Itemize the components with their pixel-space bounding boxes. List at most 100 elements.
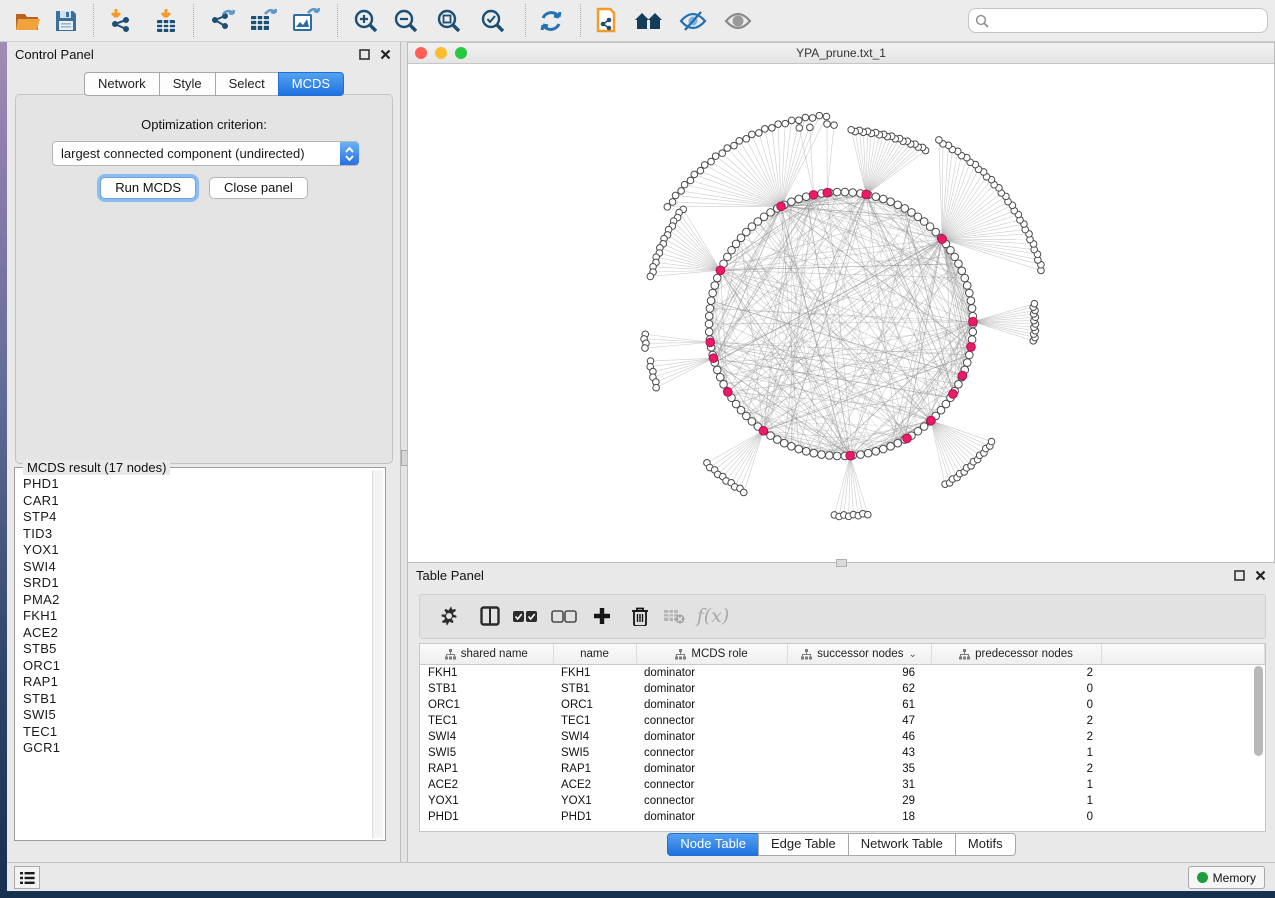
mcds-result-item[interactable]: PHD1 [17, 476, 373, 493]
refresh-icon[interactable] [536, 6, 566, 36]
leaf-node[interactable] [712, 153, 719, 160]
cell-predecessor-nodes[interactable]: 2 [931, 761, 1101, 777]
cell-predecessor-nodes[interactable]: 1 [931, 745, 1101, 761]
ring-node[interactable] [705, 312, 713, 320]
mcds-result-item[interactable]: ORC1 [17, 658, 373, 675]
mcds-hub-node[interactable] [759, 426, 768, 435]
ring-node[interactable] [716, 373, 724, 381]
leaf-node[interactable] [756, 130, 763, 137]
cell-successor-nodes[interactable]: 43 [787, 745, 931, 761]
mcds-result-item[interactable]: SWI4 [17, 559, 373, 576]
ring-node[interactable] [706, 305, 714, 313]
mcds-result-item[interactable]: CAR1 [17, 493, 373, 510]
mcds-result-item[interactable]: SRD1 [17, 575, 373, 592]
column-header-predecessor-nodes[interactable]: predecessor nodes [931, 644, 1101, 665]
leaf-node[interactable] [697, 167, 704, 174]
delete-column-icon[interactable] [626, 602, 654, 630]
ring-node[interactable] [968, 305, 976, 313]
ring-node[interactable] [849, 189, 857, 197]
cell-shared-name[interactable]: ORC1 [420, 697, 553, 713]
zoom-fit-icon[interactable] [434, 6, 464, 36]
mcds-hub-node[interactable] [958, 371, 967, 380]
close-window-icon[interactable] [415, 47, 427, 59]
mcds-hub-node[interactable] [846, 451, 855, 460]
network-graph[interactable] [408, 64, 1274, 562]
mcds-result-item[interactable]: ACE2 [17, 625, 373, 642]
cell-predecessor-nodes[interactable]: 1 [931, 793, 1101, 809]
cell-successor-nodes[interactable]: 31 [787, 777, 931, 793]
mcds-hub-node[interactable] [724, 388, 733, 397]
minimize-window-icon[interactable] [435, 47, 447, 59]
mcds-result-item[interactable]: FKH1 [17, 608, 373, 625]
leaf-node[interactable] [672, 192, 679, 199]
function-builder-icon[interactable]: f(x) [699, 602, 727, 630]
ring-node[interactable] [707, 297, 715, 305]
add-column-icon[interactable] [588, 602, 616, 630]
tab-motifs[interactable]: Motifs [955, 833, 1016, 856]
cell-name[interactable]: FKH1 [553, 665, 636, 682]
ring-node[interactable] [966, 351, 974, 359]
horizontal-splitter-handle[interactable] [836, 559, 847, 567]
close-panel-icon[interactable] [378, 47, 392, 61]
ring-node[interactable] [773, 436, 781, 444]
cell-name[interactable]: RAP1 [553, 761, 636, 777]
ring-node[interactable] [901, 205, 909, 213]
cell-name[interactable]: SWI5 [553, 745, 636, 761]
ring-node[interactable] [864, 449, 872, 457]
mcds-hub-node[interactable] [823, 188, 832, 197]
cell-predecessor-nodes[interactable]: 2 [931, 665, 1101, 682]
ring-node[interactable] [795, 195, 803, 203]
cell-name[interactable]: ACE2 [553, 777, 636, 793]
ring-node[interactable] [780, 439, 788, 447]
export-table-icon[interactable] [248, 6, 278, 36]
node-table[interactable]: shared namenameMCDS rolesuccessor nodes⌄… [419, 643, 1266, 832]
cell-name[interactable]: ORC1 [553, 697, 636, 713]
ring-node[interactable] [963, 359, 971, 367]
leaf-node[interactable] [988, 438, 995, 445]
table-row[interactable]: FKH1FKH1dominator962 [420, 665, 1265, 682]
mcds-result-item[interactable]: YOX1 [17, 542, 373, 559]
mcds-result-item[interactable]: TEC1 [17, 724, 373, 741]
leaf-node[interactable] [681, 181, 688, 188]
cell-successor-nodes[interactable]: 29 [787, 793, 931, 809]
cell-shared-name[interactable]: RAP1 [420, 761, 553, 777]
mcds-hub-node[interactable] [967, 343, 976, 352]
zoom-out-icon[interactable] [391, 6, 421, 36]
leaf-node[interactable] [687, 177, 694, 184]
ring-node[interactable] [879, 195, 887, 203]
cell-name[interactable]: YOX1 [553, 793, 636, 809]
ring-node[interactable] [810, 449, 818, 457]
mcds-hub-node[interactable] [969, 317, 978, 326]
ring-node[interactable] [720, 380, 728, 388]
leaf-node[interactable] [761, 126, 768, 133]
cell-name[interactable]: SWI4 [553, 729, 636, 745]
leaf-node[interactable] [740, 489, 747, 496]
zoom-selected-icon[interactable] [478, 6, 508, 36]
mcds-result-item[interactable]: SWI5 [17, 707, 373, 724]
tab-select[interactable]: Select [215, 72, 279, 96]
mcds-hub-node[interactable] [938, 235, 947, 244]
table-row[interactable]: PHD1PHD1dominator180 [420, 809, 1265, 825]
cell-predecessor-nodes[interactable]: 2 [931, 713, 1101, 729]
leaf-node[interactable] [724, 145, 731, 152]
leaf-node[interactable] [642, 345, 649, 352]
ring-node[interactable] [705, 320, 713, 328]
hide-selected-icon[interactable] [678, 6, 708, 36]
ring-node[interactable] [872, 193, 880, 201]
cell-successor-nodes[interactable]: 47 [787, 713, 931, 729]
ring-node[interactable] [872, 448, 880, 456]
ring-node[interactable] [709, 289, 717, 297]
mcds-hub-node[interactable] [903, 434, 912, 443]
leaf-node[interactable] [653, 384, 660, 391]
cell-name[interactable]: PHD1 [553, 809, 636, 825]
ring-node[interactable] [894, 439, 902, 447]
cell-MCDS-role[interactable]: connector [636, 745, 787, 761]
ring-node[interactable] [841, 188, 849, 196]
ring-node[interactable] [857, 451, 865, 459]
maximize-window-icon[interactable] [455, 47, 467, 59]
leaf-node[interactable] [719, 150, 726, 157]
ring-node[interactable] [802, 448, 810, 456]
column-header-name[interactable]: name [553, 644, 636, 665]
show-columns-icon[interactable] [476, 602, 504, 630]
leaf-node[interactable] [736, 138, 743, 145]
